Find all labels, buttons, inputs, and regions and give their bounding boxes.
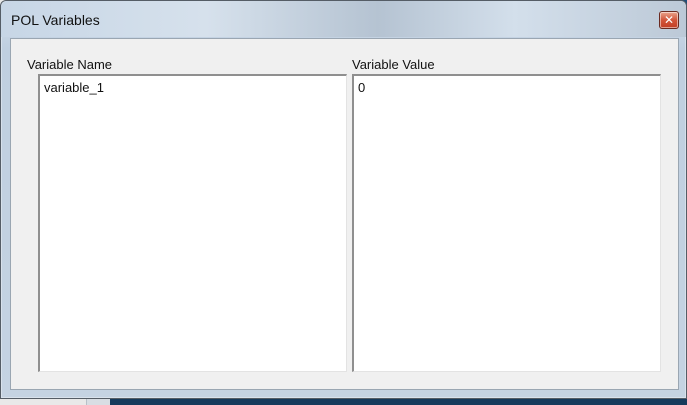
list-item[interactable]: 0 bbox=[354, 76, 660, 95]
pol-variables-dialog: POL Variables ✕ Variable Name Variable V… bbox=[0, 0, 687, 399]
variable-name-label: Variable Name bbox=[27, 57, 113, 72]
title-bar[interactable]: POL Variables ✕ bbox=[1, 1, 686, 37]
dialog-client-area: Variable Name Variable Value variable_1 … bbox=[10, 38, 679, 390]
window-title: POL Variables bbox=[11, 12, 100, 28]
variable-value-label: Variable Value bbox=[352, 57, 435, 72]
list-item[interactable]: variable_1 bbox=[40, 76, 346, 95]
variable-name-list[interactable]: variable_1 bbox=[38, 74, 347, 372]
variable-value-list[interactable]: 0 bbox=[352, 74, 661, 372]
close-button[interactable]: ✕ bbox=[659, 11, 679, 29]
close-icon: ✕ bbox=[663, 13, 675, 27]
